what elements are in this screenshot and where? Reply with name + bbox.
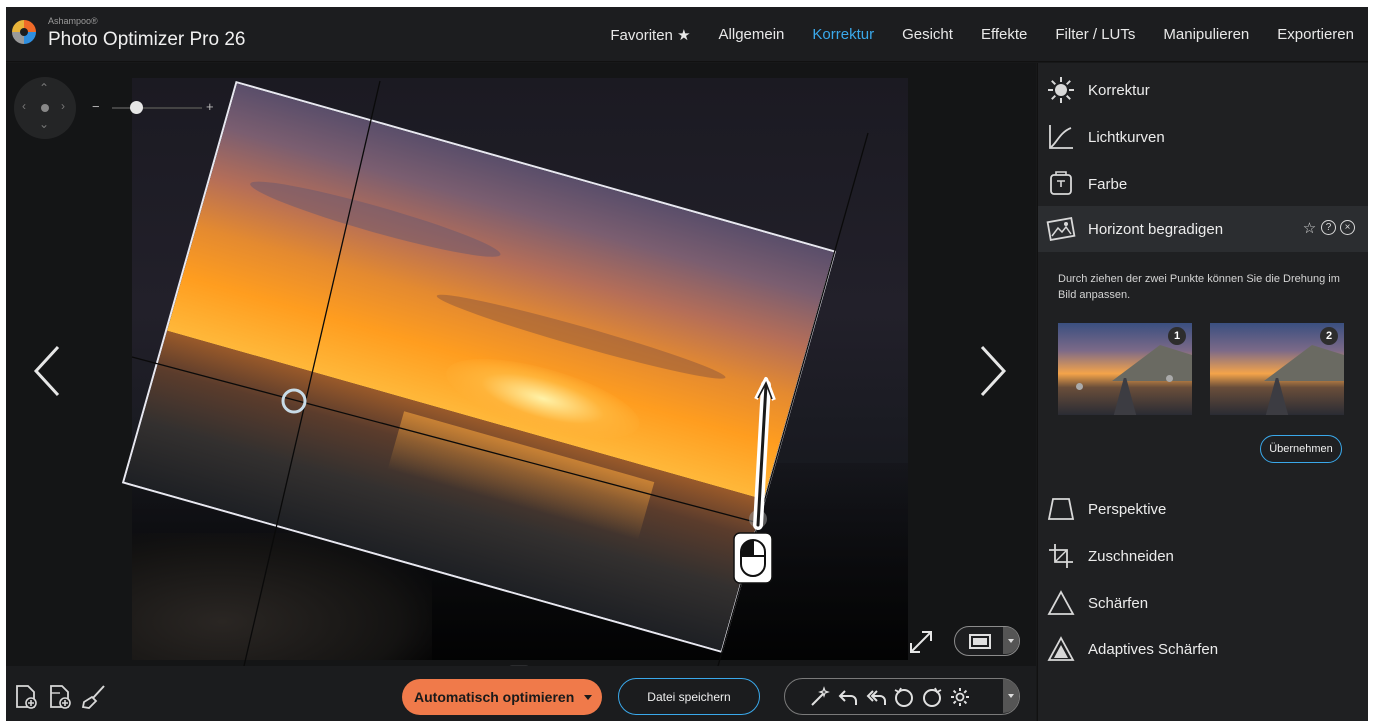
panel-item-label: Lichtkurven: [1088, 128, 1165, 146]
edit-tools-group: [784, 678, 1020, 715]
panel-item-label: Schärfen: [1088, 594, 1149, 612]
nav-item-manipulieren[interactable]: Manipulieren: [1149, 26, 1263, 43]
favorite-star-icon[interactable]: ☆: [1302, 220, 1317, 237]
panel-item-lichtkurven[interactable]: Lichtkurven: [1038, 114, 1368, 160]
fullscreen-icon[interactable]: [908, 629, 934, 655]
rotate-right-icon[interactable]: [921, 686, 943, 708]
panel-item-label: Farbe: [1088, 175, 1128, 193]
settings-gear-icon[interactable]: [949, 686, 971, 708]
sun-icon: [1048, 77, 1074, 103]
add-folder-icon[interactable]: [46, 683, 74, 711]
panel-item-label: Perspektive: [1088, 500, 1167, 518]
nav-item-filter-luts[interactable]: Filter / LUTs: [1041, 26, 1149, 43]
image-canvas[interactable]: ⌃ ‹ › ⌄ − +: [6, 63, 1036, 666]
help-text: Durch ziehen der zwei Punkte können Sie …: [1058, 273, 1340, 301]
auto-optimize-button[interactable]: Automatisch optimieren: [402, 679, 602, 715]
clean-brush-icon[interactable]: [80, 683, 108, 711]
auto-optimize-dropdown[interactable]: [578, 679, 602, 715]
bottom-toolbar: Automatisch optimieren Datei speichern: [6, 666, 1036, 721]
main-nav: Favoriten ★ Allgemein Korrektur Gesicht …: [596, 7, 1368, 62]
thumb-road: [1265, 378, 1289, 415]
close-icon[interactable]: ×: [1340, 220, 1355, 235]
crop-icon: [1049, 544, 1073, 568]
thumb-point: [1076, 383, 1083, 390]
next-image-button[interactable]: [976, 341, 1012, 401]
filled-triangle-icon: [1047, 636, 1075, 661]
nav-item-allgemein[interactable]: Allgemein: [705, 26, 799, 43]
nav-item-korrektur[interactable]: Korrektur: [798, 26, 888, 43]
view-mode-toggle[interactable]: [954, 626, 1020, 656]
nav-item-gesicht[interactable]: Gesicht: [888, 26, 967, 43]
view-mode-dropdown[interactable]: [1003, 627, 1019, 654]
triangle-icon: [1047, 590, 1075, 615]
thumb-hill: [1112, 345, 1192, 381]
chevron-up-icon: ⌃: [39, 81, 50, 95]
nav-item-exportieren[interactable]: Exportieren: [1263, 26, 1368, 43]
thumb-badge: 2: [1320, 327, 1338, 345]
pan-navigator[interactable]: ⌃ ‹ › ⌄: [14, 77, 76, 139]
nav-item-effekte[interactable]: Effekte: [967, 26, 1041, 43]
thumb-hill: [1264, 345, 1344, 381]
panel-item-horizont-begradigen[interactable]: Horizont begradigen ☆ ? ×: [1038, 206, 1368, 252]
zoom-slider-thumb[interactable]: [130, 101, 143, 114]
panel-item-zuschneiden[interactable]: Zuschneiden: [1038, 533, 1368, 579]
zoom-in-button[interactable]: +: [206, 99, 214, 114]
thumb-point: [1166, 375, 1173, 382]
header: Ashampoo® Photo Optimizer Pro 26 Favorit…: [6, 7, 1368, 62]
zoom-slider-track[interactable]: [112, 107, 202, 109]
curve-icon: [1049, 125, 1073, 149]
nav-item-favoriten[interactable]: Favoriten ★: [596, 26, 704, 44]
app-logo-icon: [12, 20, 36, 44]
panel-item-perspektive[interactable]: Perspektive: [1038, 486, 1368, 532]
example-thumbnail-2: 2: [1210, 323, 1344, 415]
chevron-down-icon: ⌄: [39, 117, 50, 131]
panel-item-schaerfen[interactable]: Schärfen: [1038, 580, 1368, 626]
example-thumbnail-1: 1: [1058, 323, 1192, 415]
pan-center-dot: [41, 104, 49, 112]
zoom-out-button[interactable]: −: [92, 99, 100, 114]
panel-item-adaptives-schaerfen[interactable]: Adaptives Schärfen: [1038, 626, 1368, 672]
magic-wand-icon[interactable]: [809, 686, 831, 708]
save-file-button[interactable]: Datei speichern: [618, 678, 760, 715]
add-file-icon[interactable]: [12, 683, 40, 711]
chevron-right-icon: ›: [61, 99, 65, 113]
palette-icon: [1050, 171, 1072, 195]
thumb-badge: 1: [1168, 327, 1186, 345]
undo-all-icon[interactable]: [865, 686, 887, 708]
screen-icon: [969, 634, 991, 649]
edit-tools-dropdown[interactable]: [1003, 679, 1019, 713]
undo-icon[interactable]: [837, 686, 859, 708]
app-window: Ashampoo® Photo Optimizer Pro 26 Favorit…: [6, 7, 1368, 721]
previous-image-button[interactable]: [28, 341, 64, 401]
perspective-icon: [1047, 498, 1075, 520]
help-icon[interactable]: ?: [1321, 220, 1336, 235]
brand-vendor: Ashampoo®: [48, 16, 98, 26]
apply-button[interactable]: Übernehmen: [1260, 435, 1342, 463]
correction-panel: Korrektur Lichtkurven Farbe Horizont beg…: [1037, 63, 1368, 721]
image-rotate-icon: [1046, 217, 1076, 241]
panel-item-farbe[interactable]: Farbe: [1038, 161, 1368, 207]
thumb-road: [1113, 378, 1137, 415]
app-title: Photo Optimizer Pro 26: [48, 29, 246, 50]
rotate-left-icon[interactable]: [893, 686, 915, 708]
panel-item-korrektur[interactable]: Korrektur: [1038, 67, 1368, 113]
panel-item-label: Horizont begradigen: [1088, 220, 1224, 238]
auto-optimize-label: Automatisch optimieren: [414, 689, 575, 705]
panel-item-actions: ☆ ? ×: [1302, 220, 1355, 237]
panel-item-label: Zuschneiden: [1088, 547, 1174, 565]
panel-item-label: Adaptives Schärfen: [1088, 640, 1219, 658]
panel-item-label: Korrektur: [1088, 81, 1150, 99]
chevron-left-icon: ‹: [22, 99, 26, 113]
